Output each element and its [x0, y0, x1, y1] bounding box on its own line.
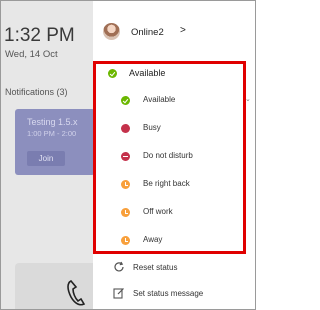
device-screen: 1:32 PM Wed, 14 Oct Notifications (3) Te… [0, 0, 256, 310]
home-screen-background: 1:32 PM Wed, 14 Oct Notifications (3) Te… [1, 1, 95, 309]
status-option-available[interactable]: Available ⌄ [93, 89, 255, 111]
status-option-do-not-disturb[interactable]: Do not disturb [93, 145, 255, 167]
set-status-message-label: Set status message [133, 289, 204, 298]
status-option-be-right-back[interactable]: Be right back [93, 173, 255, 195]
clock-icon [121, 208, 130, 217]
profile-name: Online2 [131, 27, 164, 38]
calls-card[interactable] [15, 263, 95, 309]
reset-icon [114, 261, 124, 272]
available-check-icon [108, 69, 117, 78]
available-check-icon [121, 96, 130, 105]
status-panel: Online2 > Available Available ⌄ Busy Do … [93, 1, 255, 309]
clock-date: Wed, 14 Oct [5, 49, 58, 60]
busy-dot-icon [121, 124, 130, 133]
current-status-label: Available [129, 68, 166, 78]
status-option-label: Available [143, 95, 176, 104]
reset-status-label: Reset status [133, 263, 178, 272]
status-option-label: Off work [143, 207, 173, 216]
chevron-right-icon: > [180, 25, 186, 36]
meeting-time: 1:00 PM - 2:00 [27, 129, 77, 138]
status-option-away[interactable]: Away [93, 229, 255, 251]
profile-header[interactable]: Online2 > [93, 19, 255, 45]
status-option-label: Do not disturb [143, 151, 193, 160]
status-option-label: Busy [143, 123, 161, 132]
do-not-disturb-icon [121, 152, 130, 161]
status-option-label: Away [143, 235, 163, 244]
clock-icon [121, 236, 130, 245]
edit-message-icon [113, 288, 124, 299]
status-option-busy[interactable]: Busy [93, 117, 255, 139]
phone-icon [67, 280, 86, 306]
current-status[interactable]: Available [93, 63, 255, 85]
set-status-message-button[interactable]: Set status message [93, 283, 255, 305]
meeting-title: Testing 1.5.x [27, 117, 78, 127]
reset-status-button[interactable]: Reset status [93, 257, 255, 279]
status-option-label: Be right back [143, 179, 190, 188]
status-option-off-work[interactable]: Off work [93, 201, 255, 223]
meeting-notification-card[interactable]: Testing 1.5.x 1:00 PM - 2:00 Join [15, 109, 95, 175]
avatar [103, 23, 120, 40]
notifications-header: Notifications (3) [5, 87, 68, 97]
join-meeting-button[interactable]: Join [27, 151, 65, 166]
clock-icon [121, 180, 130, 189]
chevron-down-icon: ⌄ [245, 96, 251, 103]
clock-time: 1:32 PM [4, 25, 75, 46]
